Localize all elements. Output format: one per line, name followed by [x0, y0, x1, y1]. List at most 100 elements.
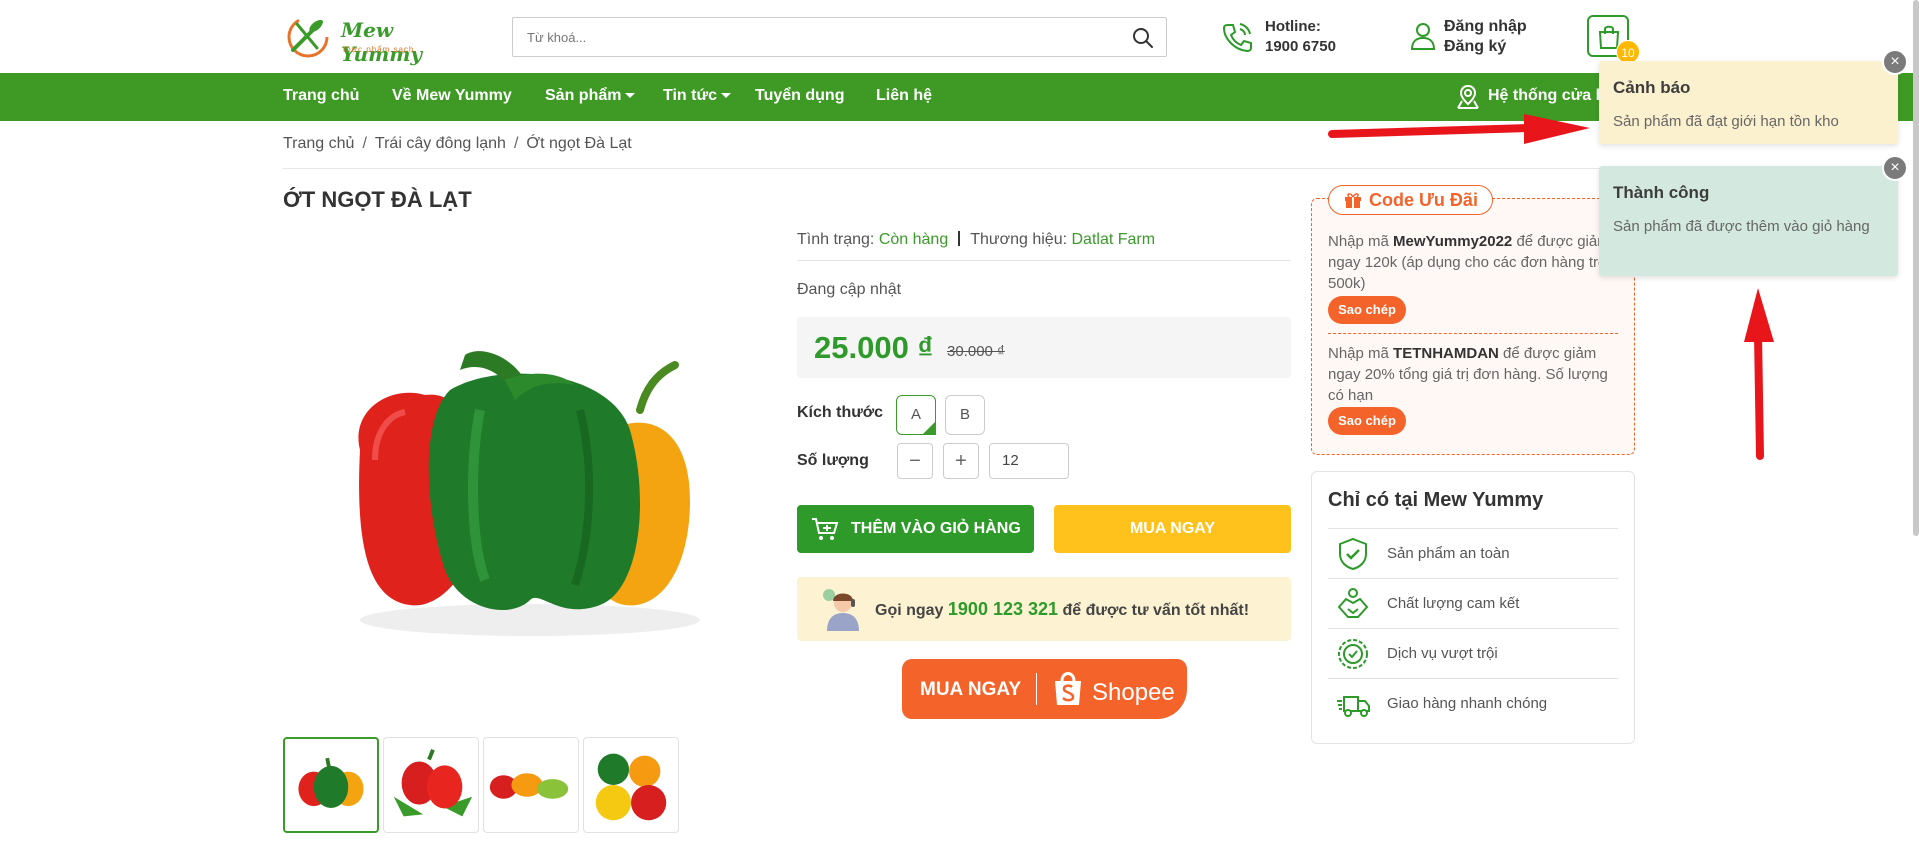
chevron-down-icon [625, 93, 636, 99]
thumbnail-1[interactable] [283, 737, 379, 833]
breadcrumb-home[interactable]: Trang chủ [283, 135, 354, 152]
quantity-label: Số lượng [797, 452, 869, 469]
call-support-box: Gọi ngay 1900 123 321 để được tư vấn tốt… [797, 577, 1291, 641]
brand-value[interactable]: Datlat Farm [1071, 231, 1155, 248]
nav-item-products[interactable]: Sản phẩm [545, 87, 636, 105]
logo-icon [287, 16, 329, 58]
search-box [512, 17, 1167, 57]
cart-add-icon [812, 518, 839, 540]
store-system-label: Hệ thống cửa h [1488, 87, 1606, 104]
promo-code-1-pre: Nhập mã [1328, 233, 1389, 250]
hotline-number: 1900 6750 [1265, 38, 1336, 55]
current-price: 25.000 ₫ [814, 330, 934, 365]
brand-label: Thương hiệu: [970, 231, 1068, 248]
exclusive-features-title: Chỉ có tại Mew Yummy [1328, 489, 1544, 511]
divider [797, 260, 1291, 261]
size-option-b[interactable]: B [945, 395, 985, 435]
shopee-buy-label: MUA NGAY [920, 679, 1021, 700]
thumbnail-2[interactable] [383, 737, 479, 833]
divider [283, 168, 1633, 169]
brand-name: Mew Yummy [341, 18, 423, 66]
quantity-decrease-button[interactable]: − [897, 443, 933, 479]
copy-code-2-button[interactable]: Sao chép [1328, 407, 1406, 435]
cart-button[interactable]: 10 [1587, 15, 1640, 64]
map-pin-icon [1457, 84, 1479, 109]
promo-code-title: Code Ưu Đãi [1328, 185, 1493, 215]
price-box: 25.000 ₫ 30.000 ₫ [797, 317, 1291, 378]
hotline-label: Hotline: [1265, 18, 1321, 35]
size-label: Kích thước [797, 404, 884, 421]
promo-code-2-text: Nhập mã TETNHAMDAN để được giảm ngay 20%… [1328, 343, 1618, 406]
chevron-down-icon [720, 93, 731, 99]
feature-item: Giao hàng nhanh chóng [1328, 678, 1618, 728]
badge-check-icon [1338, 639, 1368, 669]
size-option-a[interactable]: A [896, 395, 936, 435]
site-logo[interactable]: Mew Yummy thực phẩm sạch [283, 12, 448, 66]
shopee-buy-button[interactable]: MUA NGAY Shopee [902, 659, 1187, 719]
annotation-arrow-right [1328, 114, 1590, 144]
success-toast-message: Sản phẩm đã được thêm vào giỏ hàng [1613, 218, 1870, 235]
nav-item-news[interactable]: Tin tức [663, 87, 731, 105]
shield-check-icon [1339, 537, 1367, 571]
success-toast-title: Thành công [1613, 183, 1710, 202]
nav-item-careers[interactable]: Tuyển dụng [755, 87, 844, 105]
call-support-text: Gọi ngay 1900 123 321 để được tư vấn tốt… [875, 599, 1249, 620]
feature-label: Chất lượng cam kết [1387, 595, 1520, 612]
nav-item-news-label: Tin tức [663, 87, 717, 104]
login-link[interactable]: Đăng nhập [1444, 18, 1527, 36]
breadcrumb-separator: / [513, 135, 519, 152]
search-icon[interactable] [1132, 27, 1154, 49]
old-price: 30.000 ₫ [947, 343, 1005, 360]
add-to-cart-button[interactable]: THÊM VÀO GIỎ HÀNG [797, 505, 1034, 553]
breadcrumb-separator: / [362, 135, 367, 152]
search-input[interactable] [527, 26, 1107, 48]
quantity-input[interactable]: 12 [989, 443, 1069, 479]
shopee-bag-icon [1055, 672, 1081, 705]
shopee-brand: Shopee [1092, 679, 1175, 706]
close-icon[interactable]: × [1882, 49, 1908, 75]
close-icon[interactable]: × [1882, 155, 1908, 181]
call-number[interactable]: 1900 123 321 [948, 599, 1058, 619]
scrollbar[interactable] [1913, 0, 1919, 536]
thumbnail-4[interactable] [583, 737, 679, 833]
status-value: Còn hàng [878, 231, 949, 248]
divider [1036, 673, 1037, 705]
copy-code-1-button[interactable]: Sao chép [1328, 296, 1406, 324]
quantity-increase-button[interactable]: + [943, 443, 979, 479]
buy-now-button[interactable]: MUA NGAY [1054, 505, 1291, 553]
feature-label: Sản phẩm an toàn [1387, 545, 1510, 562]
warning-toast: Cảnh báo Sản phẩm đã đạt giới hạn tồn kh… [1599, 61, 1898, 144]
promo-code-title-label: Code Ưu Đãi [1369, 190, 1478, 210]
nav-item-home[interactable]: Trang chủ [283, 87, 359, 105]
truck-icon [1337, 696, 1370, 717]
feature-label: Dịch vụ vượt trội [1387, 645, 1498, 662]
promo-code-1-code: MewYummy2022 [1393, 233, 1513, 250]
breadcrumb: Trang chủ / Trái cây đông lạnh / Ớt ngọt Đà … [283, 135, 632, 153]
product-status-line: Tình trạng: Còn hàng Thương hiệu: Datlat … [797, 231, 1155, 249]
product-title: ỚT NGỌT ĐÀ LẠT [283, 187, 472, 212]
divider [1328, 333, 1618, 334]
divider [958, 231, 961, 246]
register-link[interactable]: Đăng ký [1444, 38, 1506, 56]
product-summary: Đang cập nhật [797, 281, 902, 298]
status-label: Tình trạng: [797, 231, 875, 248]
user-icon [1410, 23, 1436, 50]
warning-toast-message: Sản phẩm đã đạt giới hạn tồn kho [1613, 113, 1839, 130]
gift-icon [1345, 193, 1361, 208]
promo-code-1-text: Nhập mã MewYummy2022 để được giảm ngay 1… [1328, 231, 1618, 294]
add-to-cart-label: THÊM VÀO GIỎ HÀNG [851, 520, 1021, 537]
feature-item: Sản phẩm an toàn [1328, 528, 1618, 578]
promo-code-2-code: TETNHAMDAN [1393, 345, 1499, 362]
feature-item: Chất lượng cam kết [1328, 578, 1618, 628]
success-toast: Thành công Sản phẩm đã được thêm vào giỏ… [1599, 166, 1898, 276]
nav-item-about[interactable]: Về Mew Yummy [392, 87, 512, 105]
thumbnail-3[interactable] [483, 737, 579, 833]
breadcrumb-current: Ớt ngọt Đà Lạt [526, 135, 632, 152]
warning-toast-title: Cảnh báo [1613, 78, 1691, 97]
support-agent-icon [823, 589, 859, 631]
nav-item-contact[interactable]: Liên hệ [876, 87, 932, 105]
call-pre-text: Gọi ngay [875, 602, 944, 619]
breadcrumb-category[interactable]: Trái cây đông lạnh [375, 135, 506, 152]
product-main-image[interactable] [330, 300, 730, 660]
phone-icon [1222, 23, 1252, 53]
